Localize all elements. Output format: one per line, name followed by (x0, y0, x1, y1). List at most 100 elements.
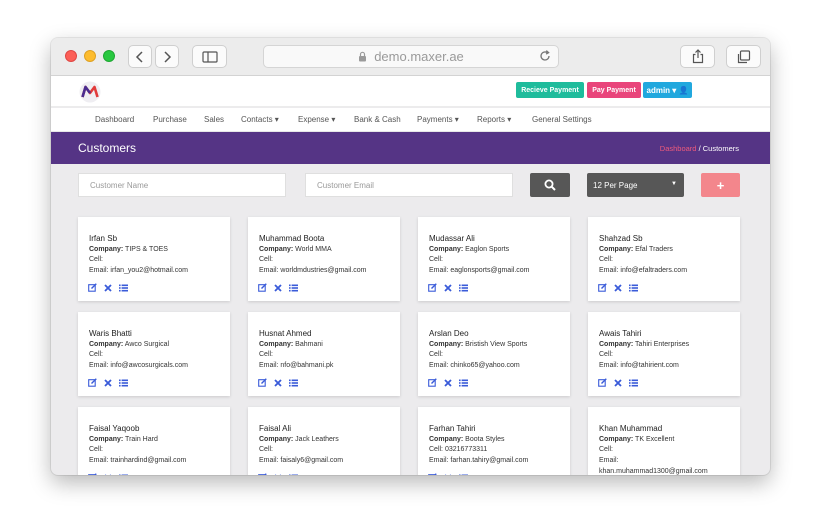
list-view-icon[interactable] (459, 284, 468, 292)
cell-label: Cell: (429, 446, 444, 453)
delete-icon[interactable] (444, 378, 452, 387)
delete-icon[interactable] (274, 283, 282, 292)
customer-company: Company: Jack Leathers (259, 436, 339, 443)
customer-name: Husnat Ahmed (259, 329, 312, 338)
list-view-icon[interactable] (629, 284, 638, 292)
card-actions (428, 283, 468, 292)
customer-card: Husnat Ahmed Company: Bahmani Cell: Emai… (248, 312, 400, 396)
company-label: Company: (259, 341, 294, 348)
cell-label: Cell: (599, 351, 614, 358)
email-label: Email: (89, 267, 109, 274)
company-label: Company: (599, 341, 634, 348)
cell-label: Cell: (259, 446, 274, 453)
customer-company: Company: World MMA (259, 246, 332, 253)
edit-icon[interactable] (598, 378, 607, 387)
customer-cell: Cell: (89, 351, 103, 358)
customer-name: Khan Muhammad (599, 424, 663, 433)
email-label: Email: (429, 457, 449, 464)
delete-icon[interactable] (104, 378, 112, 387)
edit-icon[interactable] (428, 473, 437, 475)
list-view-icon[interactable] (119, 284, 128, 292)
customer-name: Mudassar Ali (429, 234, 475, 243)
customer-card: Awais Tahiri Company: Tahiri Enterprises… (588, 312, 740, 396)
company-label: Company: (599, 246, 634, 253)
customer-name: Shahzad Sb (599, 234, 643, 243)
email-label: Email: (429, 267, 449, 274)
customer-card: Muhammad Boota Company: World MMA Cell: … (248, 217, 400, 301)
delete-icon[interactable] (444, 473, 452, 476)
list-view-icon[interactable] (289, 379, 298, 387)
list-view-icon[interactable] (119, 379, 128, 387)
customer-card: Mudassar Ali Company: Eaglon Sports Cell… (418, 217, 570, 301)
company-label: Company: (429, 341, 464, 348)
customer-company: Company: Train Hard (89, 436, 158, 443)
customer-cell: Cell: (89, 256, 103, 263)
customer-company: Company: Eaglon Sports (429, 246, 510, 253)
company-label: Company: (429, 246, 464, 253)
customer-email: Email: info@tahirient.com (599, 362, 679, 369)
cell-label: Cell: (429, 256, 444, 263)
company-label: Company: (599, 436, 634, 443)
customer-name: Farhan Tahiri (429, 424, 476, 433)
delete-icon[interactable] (274, 473, 282, 476)
customer-company: Company: Efal Traders (599, 246, 673, 253)
customer-card: Shahzad Sb Company: Efal Traders Cell: E… (588, 217, 740, 301)
customer-name: Waris Bhatti (89, 329, 132, 338)
delete-icon[interactable] (444, 283, 452, 292)
delete-icon[interactable] (614, 283, 622, 292)
cell-label: Cell: (259, 256, 274, 263)
card-actions (428, 473, 468, 475)
edit-icon[interactable] (88, 378, 97, 387)
card-actions (598, 283, 638, 292)
company-label: Company: (259, 436, 294, 443)
edit-icon[interactable] (598, 283, 607, 292)
customer-cell: Cell: (259, 351, 273, 358)
email-label: Email: (89, 457, 109, 464)
list-view-icon[interactable] (119, 474, 128, 476)
delete-icon[interactable] (104, 473, 112, 476)
customer-company: Company: Awco Surgical (89, 341, 170, 348)
edit-icon[interactable] (88, 283, 97, 292)
email-label: Email: (599, 457, 619, 464)
edit-icon[interactable] (88, 473, 97, 475)
customer-name: Muhammad Boota (259, 234, 325, 243)
email-label: Email: (259, 457, 279, 464)
cell-label: Cell: (259, 351, 274, 358)
delete-icon[interactable] (274, 378, 282, 387)
company-label: Company: (89, 246, 124, 253)
customer-email: Email: chinko65@yahoo.com (429, 362, 520, 369)
customer-name: Awais Tahiri (599, 329, 642, 338)
customer-cell: Cell: (599, 446, 613, 453)
delete-icon[interactable] (104, 283, 112, 292)
edit-icon[interactable] (428, 283, 437, 292)
edit-icon[interactable] (258, 473, 267, 475)
edit-icon[interactable] (428, 378, 437, 387)
customer-email: Email: nfo@bahmani.pk (259, 362, 334, 369)
edit-icon[interactable] (258, 378, 267, 387)
card-actions (428, 378, 468, 387)
customer-cell: Cell: (259, 446, 273, 453)
list-view-icon[interactable] (289, 284, 298, 292)
cell-label: Cell: (429, 351, 444, 358)
customer-email: Email: info@awcosurgicals.com (89, 362, 188, 369)
list-view-icon[interactable] (459, 474, 468, 476)
card-actions (88, 378, 128, 387)
customer-card: Waris Bhatti Company: Awco Surgical Cell… (78, 312, 230, 396)
customer-company: Company: TK Excellent (599, 436, 675, 443)
edit-icon[interactable] (258, 283, 267, 292)
email-label: Email: (259, 362, 279, 369)
customer-name: Arslan Deo (429, 329, 469, 338)
delete-icon[interactable] (614, 378, 622, 387)
list-view-icon[interactable] (289, 474, 298, 476)
customer-card: Irfan Sb Company: TIPS & TOES Cell: Emai… (78, 217, 230, 301)
customer-company: Company: Bristish View Sports (429, 341, 528, 348)
customer-card: Farhan Tahiri Company: Boota Styles Cell… (418, 407, 570, 475)
cell-label: Cell: (599, 256, 614, 263)
list-view-icon[interactable] (459, 379, 468, 387)
customer-cell: Cell: (89, 446, 103, 453)
customer-company: Company: Tahiri Enterprises (599, 341, 690, 348)
customer-email: Email: info@efaltraders.com (599, 267, 688, 274)
list-view-icon[interactable] (629, 379, 638, 387)
cell-label: Cell: (89, 446, 104, 453)
customer-company: Company: TIPS & TOES (89, 246, 168, 253)
